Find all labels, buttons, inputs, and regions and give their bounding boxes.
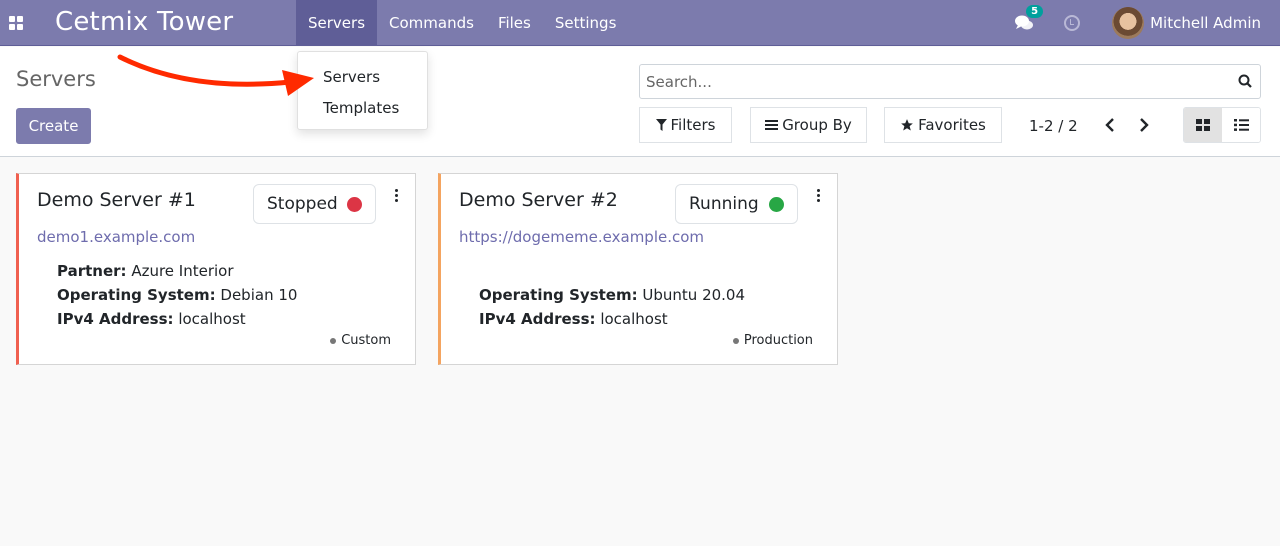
group-by-button[interactable]: Group By: [750, 107, 867, 143]
search-input[interactable]: [640, 65, 1220, 98]
top-navbar: Cetmix Tower Servers Commands Files Sett…: [0, 0, 1280, 46]
tag-dot-icon: [732, 337, 739, 344]
menu-settings[interactable]: Settings: [543, 0, 629, 46]
message-count-badge: 5: [1026, 5, 1044, 18]
apps-menu-icon[interactable]: [9, 16, 23, 30]
field-partner: Partner: Azure Interior: [57, 262, 234, 280]
tag-label: Production: [743, 333, 813, 348]
server-tag: Custom: [330, 333, 391, 348]
servers-dropdown-menu: Servers Templates: [297, 51, 428, 130]
field-label: Operating System:: [57, 286, 216, 304]
search-icon[interactable]: [1238, 74, 1252, 88]
server-name: Demo Server #2: [459, 189, 618, 211]
field-ipv4-address: IPv4 Address: localhost: [57, 310, 246, 328]
tag-label: Custom: [341, 333, 391, 348]
user-menu[interactable]: Mitchell Admin: [1150, 14, 1261, 32]
field-label: IPv4 Address:: [479, 310, 596, 328]
status-running-dot-icon: [769, 197, 784, 212]
field-operating-system: Operating System: Ubuntu 20.04: [479, 286, 745, 304]
card-menu-kebab-icon[interactable]: [815, 189, 821, 205]
field-value: Ubuntu 20.04: [642, 286, 746, 304]
kanban-icon: [1196, 119, 1210, 131]
field-value: localhost: [178, 310, 246, 328]
status-badge[interactable]: Running: [675, 184, 798, 224]
filter-icon: [655, 119, 667, 131]
list-view-button[interactable]: [1222, 108, 1260, 142]
search-bar: [639, 64, 1261, 99]
filters-label: Filters: [670, 116, 716, 134]
kanban-view-button[interactable]: [1184, 108, 1222, 142]
pager-previous-icon[interactable]: [1102, 115, 1118, 135]
server-card[interactable]: Demo Server #1 Stopped demo1.example.com…: [16, 173, 416, 365]
menu-servers[interactable]: Servers: [296, 0, 378, 46]
control-panel: Servers Create Filters Group By Favorite…: [0, 47, 1280, 157]
page-title: Servers: [16, 67, 96, 91]
view-switcher: [1183, 107, 1261, 143]
server-name: Demo Server #1: [37, 189, 196, 211]
server-url-link[interactable]: https://dogememe.example.com: [459, 228, 704, 246]
star-icon: [901, 119, 913, 131]
field-label: Operating System:: [479, 286, 638, 304]
dropdown-item-templates[interactable]: Templates: [323, 99, 399, 117]
main-menu: Servers Commands Files Settings: [296, 0, 628, 46]
activity-clock-icon[interactable]: [1064, 15, 1081, 31]
menu-commands[interactable]: Commands: [377, 0, 486, 46]
status-label: Stopped: [267, 194, 338, 214]
field-ipv4-address: IPv4 Address: localhost: [479, 310, 668, 328]
status-stopped-dot-icon: [347, 197, 362, 212]
list-icon: [1233, 119, 1249, 131]
bars-icon: [765, 120, 779, 130]
pager-value[interactable]: 1-2 / 2: [1029, 117, 1078, 135]
tag-dot-icon: [330, 337, 337, 344]
field-value: Debian 10: [220, 286, 298, 304]
field-value: Azure Interior: [131, 262, 234, 280]
pager-next-icon[interactable]: [1136, 115, 1152, 135]
status-label: Running: [689, 194, 759, 214]
server-tag: Production: [732, 333, 813, 348]
field-value: localhost: [600, 310, 668, 328]
user-avatar[interactable]: [1112, 7, 1145, 39]
status-badge[interactable]: Stopped: [253, 184, 376, 224]
field-operating-system: Operating System: Debian 10: [57, 286, 297, 304]
server-card[interactable]: Demo Server #2 Running https://dogememe.…: [438, 173, 838, 365]
messaging-icon[interactable]: 5: [1014, 5, 1044, 33]
dropdown-item-servers[interactable]: Servers: [323, 68, 380, 86]
create-button[interactable]: Create: [16, 108, 91, 144]
filters-button[interactable]: Filters: [639, 107, 732, 143]
field-label: IPv4 Address:: [57, 310, 174, 328]
favorites-label: Favorites: [918, 116, 986, 134]
favorites-button[interactable]: Favorites: [884, 107, 1002, 143]
app-brand[interactable]: Cetmix Tower: [55, 7, 233, 37]
card-menu-kebab-icon[interactable]: [393, 189, 399, 205]
server-url-link[interactable]: demo1.example.com: [37, 228, 195, 246]
group-by-label: Group By: [782, 116, 852, 134]
menu-files[interactable]: Files: [486, 0, 543, 46]
field-label: Partner:: [57, 262, 127, 280]
systray: 5 Mitchell Admin: [1014, 0, 1280, 46]
